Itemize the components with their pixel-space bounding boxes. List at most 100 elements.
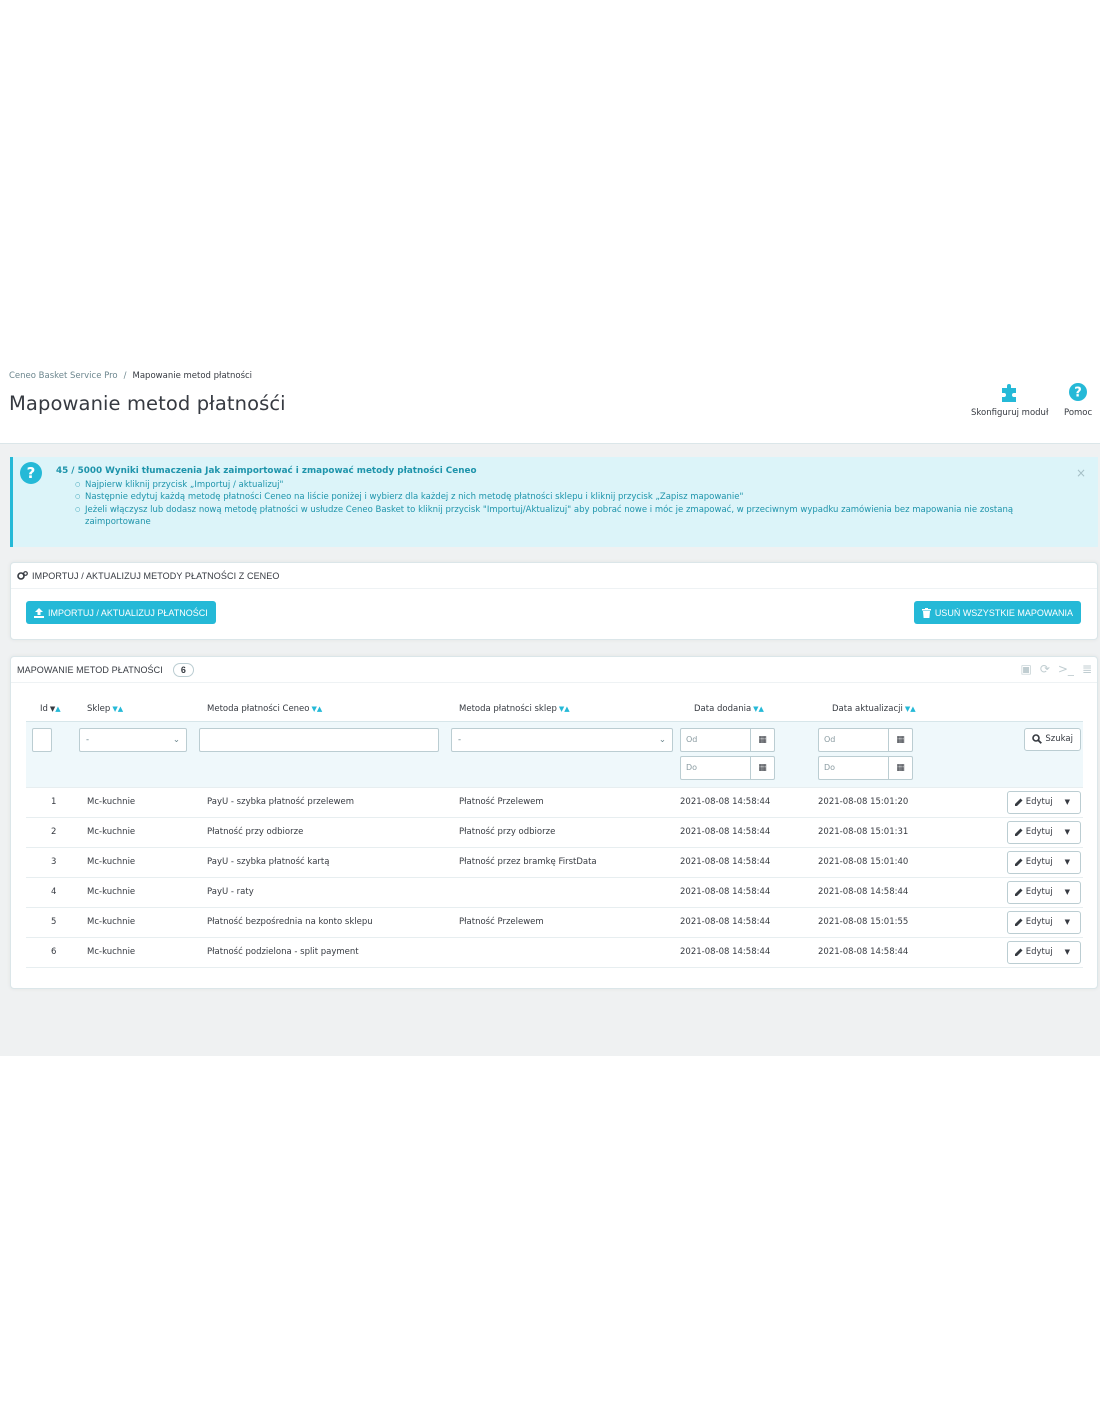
configure-module-button[interactable]: Skonfiguruj moduł xyxy=(971,382,1048,418)
breadcrumb-current: Mapowanie metod płatności xyxy=(132,371,253,381)
page-header: Ceneo Basket Service Pro / Mapowanie met… xyxy=(0,362,1100,444)
refresh-icon[interactable]: ⟳ xyxy=(1040,662,1050,676)
delete-all-mappings-label: Usuń wszystkie mapowania xyxy=(934,607,1073,618)
cell-id: 6 xyxy=(26,936,73,968)
caret-down-icon[interactable]: ▼ xyxy=(1059,948,1080,956)
alert-item: Najpierw kliknij przycisk „Importuj / ak… xyxy=(75,479,1075,492)
upload-icon xyxy=(34,607,44,618)
search-button[interactable]: Szukaj xyxy=(1024,727,1081,751)
sql-query-icon[interactable]: >_ xyxy=(1058,662,1074,676)
info-alert: ? 45 / 5000 Wyniki tłumaczenia Jak zaimp… xyxy=(10,457,1098,547)
cell-date-updated: 2021-08-08 14:58:44 xyxy=(818,876,983,907)
page-title: Mapowanie metod płatnośći xyxy=(9,392,286,415)
sort-icon[interactable]: ▼▲ xyxy=(112,705,123,713)
sort-icon[interactable]: ▼▲ xyxy=(905,705,916,713)
caret-down-icon[interactable]: ▼ xyxy=(1059,918,1080,926)
configure-module-label: Skonfiguruj moduł xyxy=(971,408,1049,418)
cell-id: 2 xyxy=(26,816,73,847)
edit-button-group[interactable]: Edytuj ▼ xyxy=(1006,820,1081,844)
pencil-icon xyxy=(1014,918,1023,926)
alert-list: Najpierw kliknij przycisk „Importuj / ak… xyxy=(75,479,1075,529)
cell-ceneo-method: Płatność podzielona - split payment xyxy=(193,936,445,968)
cell-shop-method xyxy=(445,936,680,968)
caret-down-icon[interactable]: ▼ xyxy=(1059,858,1080,866)
ceneo-method-filter-input[interactable] xyxy=(199,727,439,752)
edit-button-group[interactable]: Edytuj ▼ xyxy=(1006,850,1081,874)
caret-down-icon[interactable]: ▼ xyxy=(1059,828,1080,836)
cell-ceneo-method: Płatność przy odbiorze xyxy=(193,816,445,847)
delete-all-mappings-button[interactable]: Usuń wszystkie mapowania xyxy=(913,601,1081,624)
edit-button[interactable]: Edytuj xyxy=(1008,827,1059,837)
date-updated-to-input[interactable]: Do ▦ xyxy=(818,755,913,780)
calendar-icon[interactable]: ▦ xyxy=(750,728,774,751)
export-icon[interactable]: ▣ xyxy=(1020,662,1031,676)
import-update-label: Importuj / aktualizuj płatności xyxy=(48,607,208,618)
edit-label: Edytuj xyxy=(1025,797,1053,807)
calendar-icon[interactable]: ▦ xyxy=(888,728,912,751)
cell-id: 4 xyxy=(26,876,73,907)
date-updated-from-input[interactable]: Od ▦ xyxy=(818,727,913,752)
cell-shop: Mc-kuchnie xyxy=(73,876,193,907)
sort-icon[interactable]: ▼▲ xyxy=(50,705,61,713)
column-header-ceneo-method: Metoda płatności Ceneo ▼▲ xyxy=(207,703,323,714)
edit-button-group[interactable]: Edytuj ▼ xyxy=(1006,880,1081,904)
table-row[interactable]: 5 Mc-kuchnie Płatność bezpośrednia na kont… xyxy=(26,906,1083,937)
edit-button-group[interactable]: Edytuj ▼ xyxy=(1006,790,1081,814)
table-row[interactable]: 4 Mc-kuchnie PayU - raty 2021-08-08 14:58:4… xyxy=(26,876,1083,907)
cell-shop-method: Płatność Przelewem xyxy=(445,906,680,937)
cell-actions: Edytuj ▼ xyxy=(983,936,1083,968)
breadcrumb-parent-link[interactable]: Ceneo Basket Service Pro xyxy=(9,371,118,381)
shop-method-filter-select[interactable]: - ⌄ xyxy=(451,727,673,752)
sort-icon[interactable]: ▼▲ xyxy=(559,705,570,713)
caret-down-icon[interactable]: ▼ xyxy=(1059,798,1080,806)
alert-title: 45 / 5000 Wyniki tłumaczenia Jak zaimpor… xyxy=(56,466,477,476)
cell-date-updated: 2021-08-08 15:01:40 xyxy=(818,846,983,877)
alert-item: Następnie edytuj każdą metodę płatności … xyxy=(75,491,1075,504)
import-panel-heading: Importuj / aktualizuj metody płatności z… xyxy=(11,563,1097,589)
cell-shop-method: Płatność przez bramkę FirstData xyxy=(445,846,680,877)
caret-down-icon[interactable]: ▼ xyxy=(1059,888,1080,896)
import-panel: Importuj / aktualizuj metody płatności z… xyxy=(10,562,1098,640)
sort-icon[interactable]: ▼▲ xyxy=(312,705,323,713)
breadcrumb: Ceneo Basket Service Pro / Mapowanie met… xyxy=(9,371,252,381)
edit-button-group[interactable]: Edytuj ▼ xyxy=(1006,910,1081,934)
import-update-button[interactable]: Importuj / aktualizuj płatności xyxy=(26,601,216,624)
database-icon[interactable]: ≣ xyxy=(1082,662,1092,676)
cell-shop: Mc-kuchnie xyxy=(73,816,193,847)
pencil-icon xyxy=(1014,828,1023,836)
table-row[interactable]: 3 Mc-kuchnie PayU - szybka płatność kartą P… xyxy=(26,846,1083,877)
calendar-icon[interactable]: ▦ xyxy=(888,756,912,779)
date-added-from-input[interactable]: Od ▦ xyxy=(680,727,775,752)
table-row[interactable]: 6 Mc-kuchnie Płatność podzielona - split p… xyxy=(26,936,1083,968)
sort-icon[interactable]: ▼▲ xyxy=(753,705,764,713)
shop-filter-select[interactable]: - ⌄ xyxy=(79,727,187,752)
import-panel-title: Importuj / aktualizuj metody płatności z… xyxy=(32,570,280,581)
edit-button[interactable]: Edytuj xyxy=(1008,917,1059,927)
cell-date-updated: 2021-08-08 14:58:44 xyxy=(818,936,983,968)
table-row[interactable]: 2 Mc-kuchnie Płatność przy odbiorze Płatnoś… xyxy=(26,816,1083,847)
cell-shop: Mc-kuchnie xyxy=(73,906,193,937)
table-row[interactable]: 1 Mc-kuchnie PayU - szybka płatność przele… xyxy=(26,786,1083,817)
svg-text:?: ? xyxy=(1074,386,1082,401)
cell-date-added: 2021-08-08 14:58:44 xyxy=(680,936,818,968)
help-button[interactable]: ? Pomoc xyxy=(1064,382,1092,418)
edit-button[interactable]: Edytuj xyxy=(1008,797,1059,807)
edit-label: Edytuj xyxy=(1025,887,1053,897)
cell-ceneo-method: Płatność bezpośrednia na konto sklepu xyxy=(193,906,445,937)
pencil-icon xyxy=(1014,798,1023,806)
id-filter-input[interactable] xyxy=(32,727,52,752)
edit-button[interactable]: Edytuj xyxy=(1008,857,1059,867)
date-added-to-input[interactable]: Do ▦ xyxy=(680,755,775,780)
alert-item: Jeżeli włączysz lub dodasz nową metodę p… xyxy=(75,504,1075,529)
edit-button-group[interactable]: Edytuj ▼ xyxy=(1006,940,1081,964)
cell-date-updated: 2021-08-08 15:01:31 xyxy=(818,816,983,847)
column-header-date-updated: Data aktualizacji ▼▲ xyxy=(832,703,916,714)
cell-date-updated: 2021-08-08 15:01:55 xyxy=(818,906,983,937)
cell-actions: Edytuj ▼ xyxy=(983,906,1083,937)
edit-button[interactable]: Edytuj xyxy=(1008,947,1059,957)
calendar-icon[interactable]: ▦ xyxy=(750,756,774,779)
edit-button[interactable]: Edytuj xyxy=(1008,887,1059,897)
puzzle-icon xyxy=(1001,384,1016,402)
cell-date-added: 2021-08-08 14:58:44 xyxy=(680,816,818,847)
close-icon[interactable]: × xyxy=(1076,466,1086,480)
